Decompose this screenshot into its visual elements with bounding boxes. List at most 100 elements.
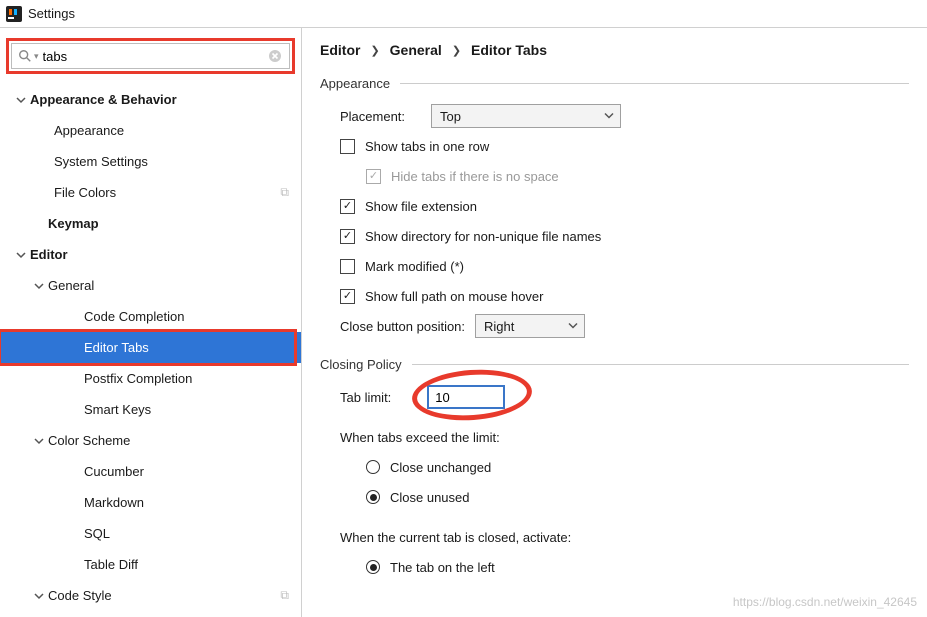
radio-icon: [366, 490, 380, 504]
hide-no-space: ✓ Hide tabs if there is no space: [340, 161, 909, 191]
tree-item-label: Color Scheme: [48, 433, 130, 448]
tree-item-label: File Colors: [54, 185, 116, 200]
checkbox-icon: ✓: [340, 229, 355, 244]
tree-item-keymap[interactable]: Keymap: [8, 208, 301, 239]
tree-item-label: Cucumber: [84, 464, 144, 479]
checkbox-label: Show full path on mouse hover: [365, 289, 544, 304]
tree-item-smart-keys[interactable]: Smart Keys: [8, 394, 301, 425]
checkbox-icon: [340, 259, 355, 274]
chevron-down-icon: [568, 319, 578, 334]
tree-item-postfix-completion[interactable]: Postfix Completion: [8, 363, 301, 394]
placement-label: Placement:: [340, 109, 405, 124]
tree-item-appearance-behavior[interactable]: Appearance & Behavior: [8, 84, 301, 115]
tree-item-editor[interactable]: Editor: [8, 239, 301, 270]
placement-select[interactable]: Top: [431, 104, 621, 128]
divider: [400, 83, 909, 84]
content-panel: Editor ❯ General ❯ Editor Tabs Appearanc…: [302, 28, 927, 617]
chevron-down-icon: [30, 436, 48, 446]
exceed-label-row: When tabs exceed the limit:: [340, 422, 909, 452]
closed-label: When the current tab is closed, activate…: [340, 530, 571, 545]
checkbox-label: Show file extension: [365, 199, 477, 214]
show-directory[interactable]: ✓ Show directory for non-unique file nam…: [340, 221, 909, 251]
section-appearance: Appearance: [320, 76, 909, 91]
close-btn-label: Close button position:: [340, 319, 465, 334]
show-full-path[interactable]: ✓ Show full path on mouse hover: [340, 281, 909, 311]
radio-label: Close unchanged: [390, 460, 491, 475]
tree-item-label: System Settings: [54, 154, 148, 169]
tree-item-file-colors[interactable]: File Colors ⧉: [8, 177, 301, 208]
placement-row: Placement: Top: [340, 101, 909, 131]
close-btn-select[interactable]: Right: [475, 314, 585, 338]
checkbox-label: Show directory for non-unique file names: [365, 229, 601, 244]
tree-item-table-diff[interactable]: Table Diff: [8, 549, 301, 580]
closed-label-row: When the current tab is closed, activate…: [340, 522, 909, 552]
tree-item-cucumber[interactable]: Cucumber: [8, 456, 301, 487]
tab-limit-label: Tab limit:: [340, 390, 391, 405]
tree-item-general[interactable]: General: [8, 270, 301, 301]
chevron-down-icon: [12, 95, 30, 105]
tree-item-appearance[interactable]: Appearance: [8, 115, 301, 146]
chevron-down-icon: [30, 591, 48, 601]
tree-item-code-completion[interactable]: Code Completion: [8, 301, 301, 332]
search-input[interactable]: [41, 49, 267, 64]
section-closing-policy: Closing Policy: [320, 357, 909, 372]
close-button-position-row: Close button position: Right: [340, 311, 909, 341]
show-one-row[interactable]: Show tabs in one row: [340, 131, 909, 161]
search-icon: [18, 49, 32, 63]
select-value: Top: [440, 109, 461, 124]
tree-item-label: Keymap: [48, 216, 99, 231]
clear-search-icon[interactable]: [267, 48, 283, 64]
tab-limit-row: Tab limit:: [340, 382, 909, 412]
tree-item-label: Editor: [30, 247, 68, 262]
chevron-right-icon: ❯: [452, 44, 461, 57]
close-unchanged-option[interactable]: Close unchanged: [340, 452, 909, 482]
scope-icon: ⧉: [280, 588, 289, 603]
tree-item-editor-tabs[interactable]: Editor Tabs: [0, 332, 301, 363]
breadcrumb-seg[interactable]: General: [390, 42, 442, 58]
checkbox-icon: ✓: [366, 169, 381, 184]
breadcrumb: Editor ❯ General ❯ Editor Tabs: [320, 42, 909, 58]
tree-item-label: Code Completion: [84, 309, 184, 324]
breadcrumb-seg[interactable]: Editor: [320, 42, 360, 58]
checkbox-icon: ✓: [340, 289, 355, 304]
watermark: https://blog.csdn.net/weixin_42645: [733, 595, 917, 609]
radio-label: Close unused: [390, 490, 470, 505]
radio-icon: [366, 560, 380, 574]
tree-item-markdown[interactable]: Markdown: [8, 487, 301, 518]
radio-label: The tab on the left: [390, 560, 495, 575]
tree-item-label: Appearance: [54, 123, 124, 138]
breadcrumb-seg[interactable]: Editor Tabs: [471, 42, 547, 58]
checkbox-label: Show tabs in one row: [365, 139, 489, 154]
tree-item-label: Markdown: [84, 495, 144, 510]
divider: [412, 364, 909, 365]
chevron-down-icon: [30, 281, 48, 291]
checkbox-icon: [340, 139, 355, 154]
tree-item-label: Smart Keys: [84, 402, 151, 417]
radio-icon: [366, 460, 380, 474]
tree-item-label: Code Style: [48, 588, 112, 603]
section-label: Closing Policy: [320, 357, 402, 372]
mark-modified[interactable]: Mark modified (*): [340, 251, 909, 281]
tree-item-label: Editor Tabs: [84, 340, 149, 355]
search-dropdown-caret-icon[interactable]: ▾: [34, 51, 39, 62]
tree-item-label: Table Diff: [84, 557, 138, 572]
show-file-extension[interactable]: ✓ Show file extension: [340, 191, 909, 221]
tab-left-option[interactable]: The tab on the left: [340, 552, 909, 582]
tree-item-sql[interactable]: SQL: [8, 518, 301, 549]
tree-item-code-style[interactable]: Code Style ⧉: [8, 580, 301, 611]
titlebar: Settings: [0, 0, 927, 28]
tree-item-system-settings[interactable]: System Settings: [8, 146, 301, 177]
close-unused-option[interactable]: Close unused: [340, 482, 909, 512]
tree-item-label: General: [48, 278, 94, 293]
search-highlight: ▾: [6, 38, 295, 74]
section-label: Appearance: [320, 76, 390, 91]
settings-tree: Appearance & Behavior Appearance System …: [0, 84, 301, 611]
tab-limit-input[interactable]: [427, 385, 505, 409]
search-box[interactable]: ▾: [11, 43, 290, 69]
checkbox-icon: ✓: [340, 199, 355, 214]
checkbox-label: Hide tabs if there is no space: [391, 169, 559, 184]
scope-icon: ⧉: [280, 185, 289, 200]
chevron-down-icon: [12, 250, 30, 260]
chevron-down-icon: [604, 109, 614, 124]
tree-item-color-scheme[interactable]: Color Scheme: [8, 425, 301, 456]
